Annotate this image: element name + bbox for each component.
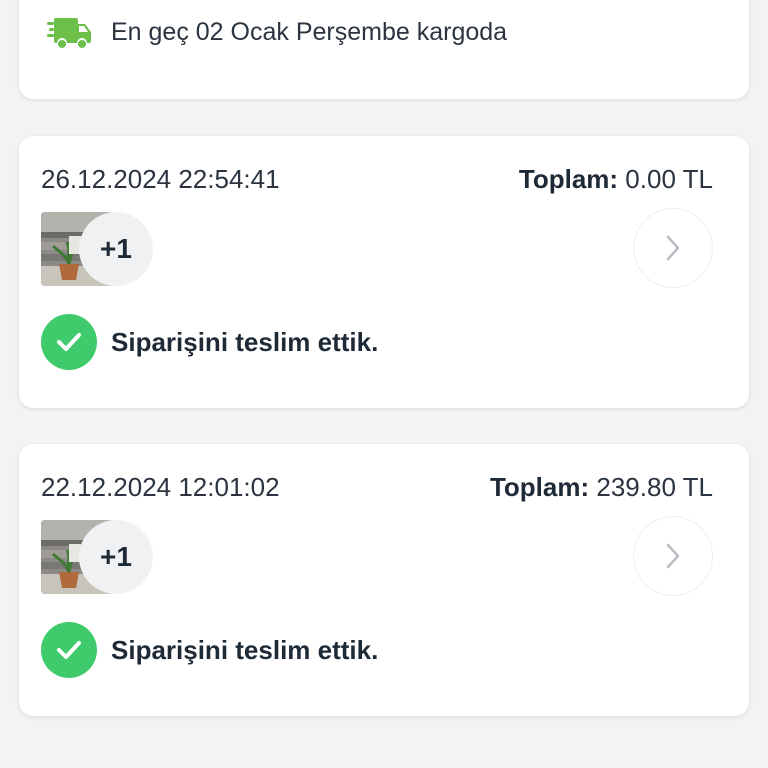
order-card[interactable]: 26.12.2024 22:54:41 Toplam: 0.00 TL +1 S… — [19, 136, 749, 408]
shipping-info-card: En geç 02 Ocak Perşembe kargoda — [19, 0, 749, 99]
order-detail-button[interactable] — [633, 208, 713, 288]
more-items-badge: +1 — [79, 520, 153, 594]
order-detail-button[interactable] — [633, 516, 713, 596]
order-card[interactable]: 22.12.2024 12:01:02 Toplam: 239.80 TL +1 — [19, 444, 749, 716]
order-thumbnails[interactable]: +1 — [41, 520, 153, 594]
order-status-text: Siparişini teslim ettik. — [111, 326, 379, 357]
order-total-label: Toplam: — [489, 472, 590, 502]
order-date: 22.12.2024 12:01:02 — [41, 472, 280, 502]
chevron-right-icon — [666, 543, 680, 569]
check-icon — [41, 622, 97, 678]
order-thumbnails[interactable]: +1 — [41, 212, 153, 286]
check-icon — [41, 314, 97, 370]
order-status: Siparişini teslim ettik. — [41, 622, 378, 678]
order-date: 26.12.2024 22:54:41 — [41, 164, 280, 194]
order-total-value: 239.80 TL — [596, 472, 713, 502]
order-status-text: Siparişini teslim ettik. — [111, 634, 379, 665]
shipping-estimate-text: En geç 02 Ocak Perşembe kargoda — [111, 17, 508, 46]
truck-icon — [47, 18, 91, 48]
order-total-value: 0.00 TL — [625, 164, 713, 194]
order-total-label: Toplam: — [518, 164, 619, 194]
order-status: Siparişini teslim ettik. — [41, 314, 378, 370]
order-total: Toplam: 239.80 TL — [490, 472, 713, 503]
shipping-estimate-row: En geç 02 Ocak Perşembe kargoda — [47, 14, 507, 50]
chevron-right-icon — [666, 235, 680, 261]
more-items-badge: +1 — [79, 212, 153, 286]
order-total: Toplam: 0.00 TL — [519, 164, 713, 195]
